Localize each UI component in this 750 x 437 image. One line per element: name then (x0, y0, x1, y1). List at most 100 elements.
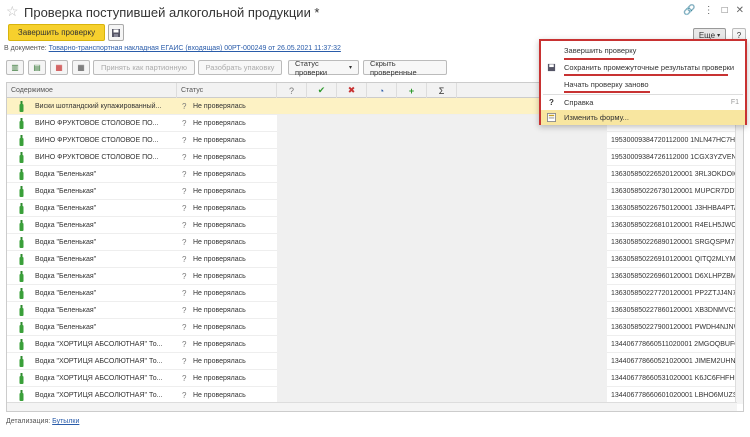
table-row[interactable]: Водка "ХОРТИЦЯ АБСОЛЮТНАЯ" То...? Не пров… (7, 336, 743, 353)
detail-label: Детализация: (6, 418, 51, 425)
clock-column-icon[interactable]: ◔ (367, 83, 397, 98)
products-table: Содержимое Статус ? ✔ ✖ ◔ + Σ Виски шотл… (6, 82, 744, 412)
window-title: Проверка поступившей алкогольной продукц… (24, 5, 320, 20)
row-check-columns (277, 268, 607, 285)
menu-item-finish-check[interactable]: Завершить проверку (541, 43, 745, 58)
plus-column-icon[interactable]: + (397, 83, 427, 98)
document-link[interactable]: Товарно-транспортная накладная ЕГАИС (вх… (49, 45, 341, 52)
vertical-scrollbar[interactable] (735, 98, 743, 404)
close-icon[interactable]: ✕ (736, 5, 744, 16)
menu-item-customize-form[interactable]: Изменить форму... (541, 110, 745, 125)
column-header-content[interactable]: Содержимое (7, 83, 177, 98)
row-mark: 136305850226730120001 MUPCR7DD7I (611, 188, 737, 195)
table-row[interactable]: Водка "Беленькая"? Не проверялась 13630585… (7, 234, 743, 251)
save-icon (547, 63, 556, 72)
unknown-status-icon: ? (182, 255, 187, 264)
unknown-status-icon: ? (182, 357, 187, 366)
row-content: ВИНО ФРУКТОВОЕ СТОЛОВОЕ ПО... (35, 137, 159, 144)
bottle-icon (19, 237, 24, 248)
chevron-down-icon: ▾ (717, 32, 721, 39)
table-row[interactable]: Водка "Беленькая"? Не проверялась 13630585… (7, 217, 743, 234)
grid-settings-button[interactable]: ▦ (72, 60, 90, 75)
grid-icon: ▦ (77, 63, 85, 72)
menu-item-save-progress[interactable]: Сохранить промежуточные результаты прове… (541, 60, 745, 75)
bottle-icon (19, 339, 24, 350)
red-underline (564, 74, 728, 76)
row-mark: 136305850226810120001 R4ELH5JWOE (611, 222, 737, 229)
table-row[interactable]: Водка "Беленькая"? Не проверялась 13630585… (7, 251, 743, 268)
column-header-status[interactable]: Статус (177, 83, 277, 98)
row-status: Не проверялась (193, 358, 246, 365)
help-icon: ? (549, 98, 554, 107)
table-row[interactable]: ВИНО ФРУКТОВОЕ СТОЛОВОЕ ПО...? Не проверя… (7, 149, 743, 166)
table-row[interactable]: Водка "Беленькая"? Не проверялась 13630585… (7, 200, 743, 217)
row-status: Не проверялась (193, 290, 246, 297)
row-mark: 136305850227900120001 PWDH4NJNW (611, 324, 737, 331)
row-check-columns (277, 336, 607, 353)
finish-check-button[interactable]: Завершить проверку (8, 24, 105, 41)
row-check-columns (277, 353, 607, 370)
row-status: Не проверялась (193, 205, 246, 212)
table-row[interactable]: Водка "ХОРТИЦЯ АБСОЛЮТНАЯ" То...? Не пров… (7, 353, 743, 370)
link-icon[interactable]: 🔗 (683, 5, 695, 16)
unknown-status-icon: ? (182, 170, 187, 179)
bottle-icon (19, 152, 24, 163)
search-mark-button[interactable]: ▦ (50, 60, 68, 75)
title-bar: ☆ Проверка поступившей алкогольной проду… (0, 0, 750, 24)
detail-link[interactable]: Бутылки (52, 418, 79, 425)
bottle-icon (19, 118, 24, 129)
bottle-icon (19, 169, 24, 180)
favorite-star-icon[interactable]: ☆ (6, 4, 19, 18)
menu-item-restart-check[interactable]: Начать проверку заново (541, 77, 745, 92)
hide-checked-button[interactable]: Скрыть проверенные (363, 59, 447, 77)
row-mark: 136305850226520120001 3RL3OKDOIQ (611, 171, 737, 178)
row-content: Водка "Беленькая" (35, 188, 97, 195)
row-check-columns (277, 234, 607, 251)
row-content: Водка "Беленькая" (35, 324, 97, 331)
table-row[interactable]: Водка "Беленькая"? Не проверялась 13630585… (7, 268, 743, 285)
load-from-tsd-button[interactable]: ▤ (28, 60, 46, 75)
scan-barcode-button[interactable]: ▥ (6, 60, 24, 75)
document-reference: В документе: Товарно-транспортная наклад… (4, 45, 341, 52)
bottle-icon (19, 356, 24, 367)
table-row[interactable]: Водка "Беленькая"? Не проверялась 13630585… (7, 285, 743, 302)
check-status-button[interactable]: Статус проверки ▾ (288, 59, 359, 77)
unknown-column-icon[interactable]: ? (277, 83, 307, 98)
accept-as-batch-button[interactable]: Принять как партионную (93, 60, 195, 75)
check-column-icon[interactable]: ✔ (307, 83, 337, 98)
save-button[interactable] (108, 24, 124, 41)
table-row[interactable]: Водка "ХОРТИЦЯ АБСОЛЮТНАЯ" То...? Не пров… (7, 370, 743, 387)
menu-item-help[interactable]: ? Справка F1 (541, 95, 745, 110)
bottle-icon (19, 390, 24, 401)
sum-column-icon[interactable]: Σ (427, 83, 457, 98)
cross-column-icon[interactable]: ✖ (337, 83, 367, 98)
row-check-columns (277, 251, 607, 268)
row-mark: 19530009384726112000 1CGX3YZVENS (611, 154, 737, 161)
unknown-status-icon: ? (182, 272, 187, 281)
horizontal-scrollbar[interactable] (7, 402, 737, 411)
bottle-icon (19, 186, 24, 197)
unpack-button[interactable]: Разобрать упаковку (198, 60, 282, 75)
row-content: Водка "Беленькая" (35, 171, 97, 178)
table-row[interactable]: Водка "Беленькая"? Не проверялась 13630585… (7, 302, 743, 319)
row-content: ВИНО ФРУКТОВОЕ СТОЛОВОЕ ПО... (35, 154, 159, 161)
unknown-status-icon: ? (182, 136, 187, 145)
more-icon[interactable]: ⋮ (704, 5, 714, 16)
bottle-icon (19, 305, 24, 316)
row-mark: 134406778660511020001 2MGOQBUFO (611, 341, 737, 348)
bottle-icon (19, 271, 24, 282)
row-mark: 136305850226910120001 QITQ2MLYMT (611, 256, 737, 263)
row-check-columns (277, 183, 607, 200)
red-underline (564, 91, 650, 93)
row-status: Не проверялась (193, 171, 246, 178)
menu-item-label: Изменить форму... (564, 113, 629, 122)
table-row[interactable]: Водка "Беленькая"? Не проверялась 13630585… (7, 166, 743, 183)
table-row[interactable]: ВИНО ФРУКТОВОЕ СТОЛОВОЕ ПО...? Не проверя… (7, 132, 743, 149)
maximize-icon[interactable]: □ (722, 5, 728, 16)
unknown-status-icon: ? (182, 102, 187, 111)
bottle-icon (19, 288, 24, 299)
table-row[interactable]: Водка "Беленькая"? Не проверялась 13630585… (7, 319, 743, 336)
table-row[interactable]: Водка "Беленькая"? Не проверялась 13630585… (7, 183, 743, 200)
row-content: Виски шотландский купажированный... (35, 103, 162, 110)
row-status: Не проверялась (193, 256, 246, 263)
